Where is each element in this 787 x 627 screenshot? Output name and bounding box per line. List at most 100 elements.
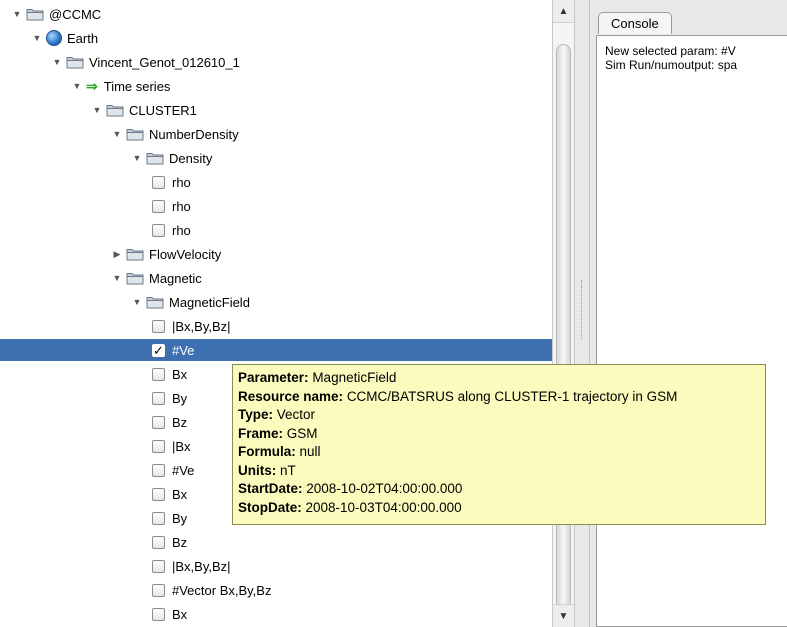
tree-row-label: By xyxy=(172,510,188,526)
folder-icon xyxy=(126,247,144,261)
tree-row[interactable]: #Ve xyxy=(152,459,194,481)
tooltip-line: StopDate: 2008-10-03T04:00:00.000 xyxy=(238,499,765,518)
tree-row-label: NumberDensity xyxy=(149,126,239,142)
tree-row-label: Vincent_Genot_012610_1 xyxy=(89,54,240,70)
tree-row[interactable]: ▼ Earth xyxy=(32,27,98,49)
tree-row-label: Bx xyxy=(172,486,188,502)
tree-row[interactable]: ▼ CLUSTER1 xyxy=(92,99,197,121)
parameter-checkbox[interactable]: ✓ xyxy=(152,343,165,357)
tooltip-line: Frame: GSM xyxy=(238,425,765,444)
tree-row[interactable]: |Bx xyxy=(152,435,191,457)
tree-row-label: MagneticField xyxy=(169,294,250,310)
expand-triangle-icon[interactable]: ▼ xyxy=(132,297,142,307)
parameter-checkbox[interactable] xyxy=(152,463,165,477)
parameter-checkbox[interactable] xyxy=(152,583,165,597)
tree-row-label: rho xyxy=(172,198,191,214)
console-output[interactable]: New selected param: #V Sim Run/numoutput… xyxy=(596,35,787,627)
parameter-checkbox[interactable] xyxy=(152,415,165,429)
parameter-checkbox[interactable] xyxy=(152,535,165,549)
tree-row[interactable]: Bz xyxy=(152,531,187,553)
tree-row[interactable]: rho xyxy=(152,171,191,193)
tree-row[interactable]: rho xyxy=(152,219,191,241)
parameter-checkbox[interactable] xyxy=(152,559,165,573)
tree-row[interactable]: ▼ Density xyxy=(132,147,213,169)
tooltip-key: Frame: xyxy=(238,425,284,441)
folder-icon xyxy=(26,7,44,21)
parameter-checkbox[interactable] xyxy=(152,367,165,381)
tree-row-label: #Ve xyxy=(172,342,195,358)
tree-row[interactable]: |Bx,By,Bz| xyxy=(152,315,231,337)
expand-triangle-icon[interactable]: ▼ xyxy=(92,105,102,115)
divider-grip-icon xyxy=(581,280,584,340)
tree-row[interactable]: ▼ MagneticField xyxy=(132,291,250,313)
split-pane-divider[interactable] xyxy=(574,0,590,627)
expand-triangle-icon[interactable]: ▼ xyxy=(132,153,142,163)
parameter-tree[interactable]: ▼ @CCMC ▼ Earth ▼ Vincent_Genot_012610_1 ▼ ⇒ Tim… xyxy=(0,0,552,627)
tab-console[interactable]: Console xyxy=(598,12,672,34)
tree-row[interactable]: ✓ #Ve xyxy=(0,339,552,361)
expand-triangle-icon[interactable]: ▼ xyxy=(112,129,122,139)
tree-row-label: #Ve xyxy=(172,462,195,478)
folder-icon xyxy=(126,127,144,141)
tree-row[interactable]: ▼ @CCMC xyxy=(12,3,102,25)
tooltip-line: Type: Vector xyxy=(238,406,765,425)
scroll-up-arrow-icon[interactable]: ▲ xyxy=(553,0,574,23)
tree-row[interactable]: ▼ Vincent_Genot_012610_1 xyxy=(52,51,240,73)
tree-row[interactable]: rho xyxy=(152,195,191,217)
folder-icon xyxy=(146,295,164,309)
folder-icon xyxy=(126,271,144,285)
tree-row-label: rho xyxy=(172,222,191,238)
parameter-checkbox[interactable] xyxy=(152,175,165,189)
tree-row-label: @CCMC xyxy=(49,6,102,22)
tree-row-label: |Bx,By,Bz| xyxy=(172,318,231,334)
collapsed-triangle-icon[interactable]: ▶ xyxy=(112,249,122,260)
expand-triangle-icon[interactable]: ▼ xyxy=(32,33,42,43)
parameter-checkbox[interactable] xyxy=(152,607,165,621)
tree-row[interactable]: #Vector Bx,By,Bz xyxy=(152,579,271,601)
console-pane: Console New selected param: #V Sim Run/n… xyxy=(590,0,787,627)
parameter-checkbox[interactable] xyxy=(152,391,165,405)
tree-row[interactable]: |Bx,By,Bz| xyxy=(152,555,231,577)
tree-row-label: By xyxy=(172,390,188,406)
tree-row[interactable]: Bz xyxy=(152,411,187,433)
tree-row[interactable]: By xyxy=(152,387,187,409)
parameter-checkbox[interactable] xyxy=(152,439,165,453)
tree-row[interactable]: Bx xyxy=(152,483,187,505)
expand-triangle-icon[interactable]: ▼ xyxy=(72,81,82,91)
tooltip-value: nT xyxy=(280,462,296,478)
tree-row[interactable]: By xyxy=(152,507,187,529)
tooltip-line: Formula: null xyxy=(238,443,765,462)
tooltip-value: Vector xyxy=(276,407,316,422)
tree-row-label: |Bx xyxy=(172,438,191,454)
tree-row-label: CLUSTER1 xyxy=(129,102,197,118)
tree-row[interactable]: ▶ FlowVelocity xyxy=(112,243,222,265)
expand-triangle-icon[interactable]: ▼ xyxy=(52,57,62,67)
tree-row[interactable]: ▼ Magnetic xyxy=(112,267,202,289)
parameter-checkbox[interactable] xyxy=(152,319,165,333)
parameter-checkbox[interactable] xyxy=(152,487,165,501)
tree-row[interactable]: Bx xyxy=(152,363,187,385)
tree-row-label: Bz xyxy=(172,534,188,550)
parameter-tooltip: Parameter: MagneticField Resource name: C… xyxy=(232,364,766,525)
expand-triangle-icon[interactable]: ▼ xyxy=(12,9,22,19)
parameter-checkbox[interactable] xyxy=(152,223,165,237)
tree-row-label: Bx xyxy=(172,366,188,382)
tooltip-line: Resource name: CCMC/BATSRUS along CLUSTE… xyxy=(238,388,765,407)
scroll-down-arrow-icon[interactable]: ▼ xyxy=(553,604,574,627)
tree-row-label: Bz xyxy=(172,414,188,430)
tree-row[interactable]: ▼ NumberDensity xyxy=(112,123,239,145)
tooltip-value: GSM xyxy=(286,425,318,441)
console-line: New selected param: #V xyxy=(605,44,736,58)
tooltip-key: StartDate: xyxy=(238,481,303,496)
tree-row[interactable]: ▼ ⇒ Time series xyxy=(72,75,171,97)
tree-row[interactable]: Bx xyxy=(152,603,187,625)
tree-vertical-scrollbar[interactable]: ▲ ▼ xyxy=(552,0,574,627)
console-line: Sim Run/numoutput: spa xyxy=(605,58,738,72)
tooltip-line: Units: nT xyxy=(238,462,765,481)
parameter-checkbox[interactable] xyxy=(152,511,165,525)
expand-triangle-icon[interactable]: ▼ xyxy=(112,273,122,283)
tooltip-value: 2008-10-02T04:00:00.000 xyxy=(306,481,463,496)
parameter-checkbox[interactable] xyxy=(152,199,165,213)
tooltip-key: Parameter: xyxy=(238,370,309,385)
tree-row-label: rho xyxy=(172,174,191,190)
